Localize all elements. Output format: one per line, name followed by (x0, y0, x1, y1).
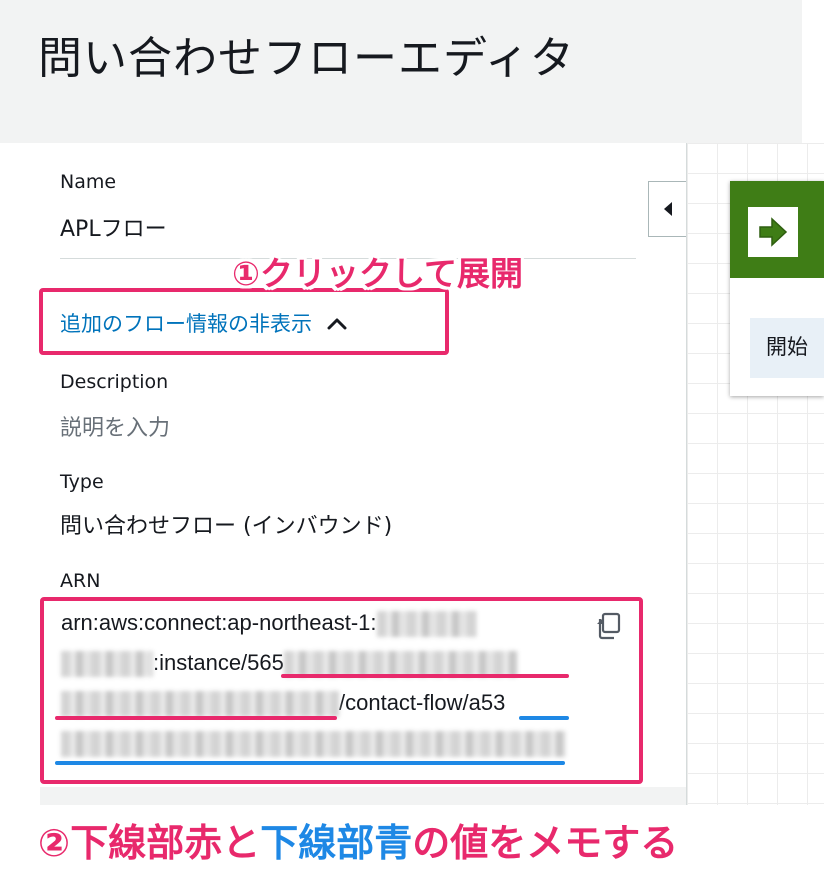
type-value: 問い合わせフロー (インバウンド) (60, 514, 393, 539)
type-label: Type (60, 471, 104, 493)
description-label: Description (60, 371, 169, 393)
name-value[interactable]: APLフロー (60, 211, 167, 243)
panel-divider (686, 143, 687, 805)
start-block-label-box: 開始 (750, 318, 824, 378)
start-block[interactable]: 開始 (730, 181, 824, 396)
annotation-box-arn (40, 597, 643, 784)
start-block-header (730, 181, 824, 278)
name-label: Name (60, 171, 117, 193)
annotation-step2-blue: 下線部青 (260, 821, 413, 865)
arrow-right-icon (748, 207, 798, 257)
annotation-step1: ①クリックして展開 (232, 254, 523, 293)
collapse-panel-button[interactable] (648, 181, 686, 237)
annotation-step2-prefix: ② (38, 821, 71, 865)
collapse-left-icon (663, 202, 672, 216)
description-input[interactable]: 説明を入力 (60, 410, 170, 442)
annotation-step2-and: と (222, 821, 261, 865)
gutter (802, 0, 824, 143)
arn-label: ARN (60, 570, 101, 592)
annotation-step2: ②下線部赤と下線部青の値をメモする (38, 812, 678, 867)
annotation-step2-suffix: の値をメモする (412, 821, 679, 865)
start-block-label: 開始 (766, 335, 808, 359)
page-title: 問い合わせフローエディタ (38, 33, 575, 84)
panel-footer (40, 787, 686, 805)
annotation-box-toggle (39, 288, 449, 355)
annotation-step2-red: 下線部赤 (70, 821, 223, 865)
